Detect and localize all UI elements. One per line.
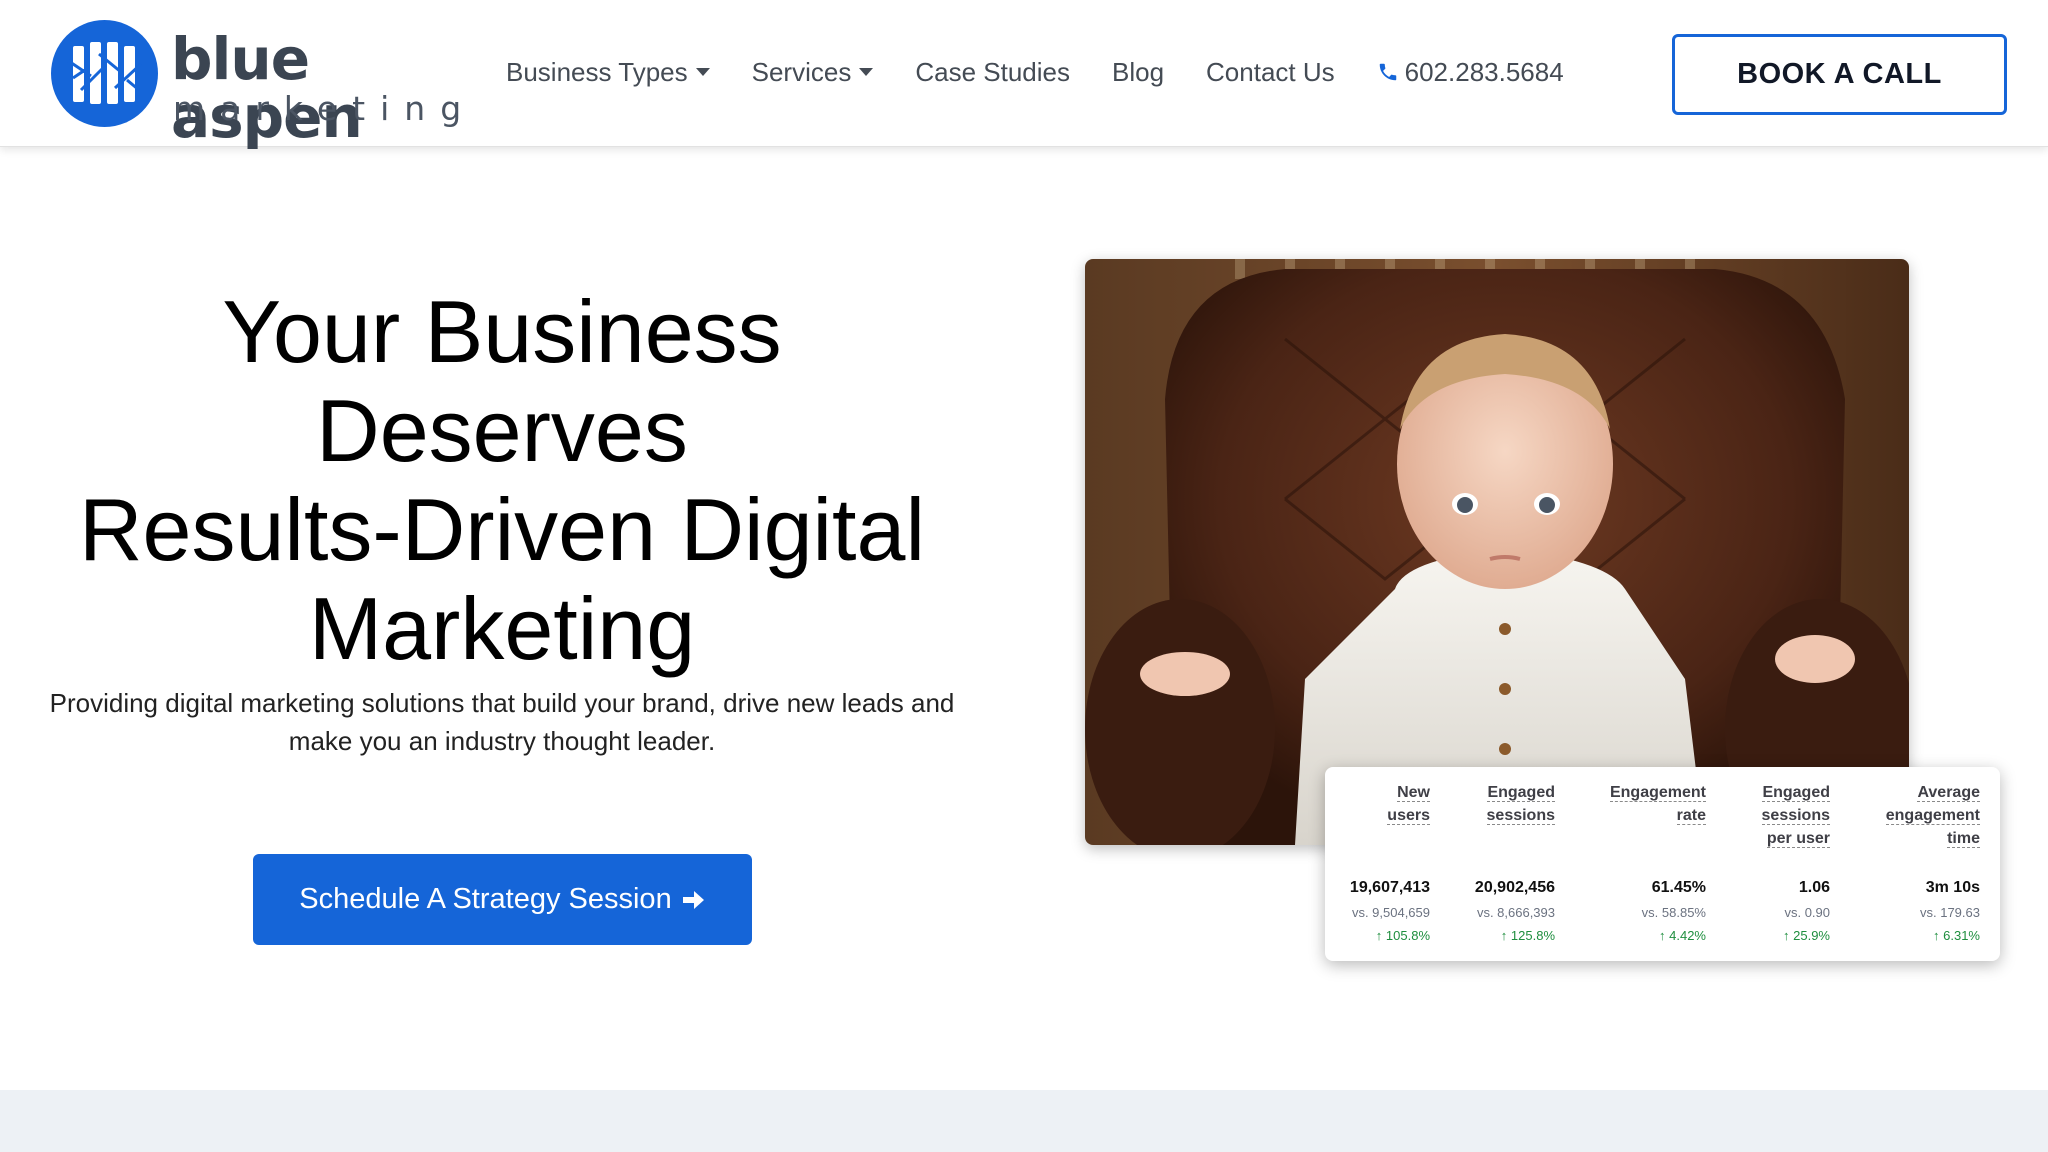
stat-header-line: sessions: [1761, 807, 1830, 825]
nav-blog[interactable]: Blog: [1112, 57, 1164, 88]
hero-photo: [1085, 259, 1909, 845]
stat-change: ↑ 125.8%: [1500, 928, 1555, 943]
stat-header-line: Engagement: [1609, 784, 1706, 802]
main-nav: Business Types Services Case Studies Blo…: [506, 52, 1564, 92]
analytics-stats-card: New users 19,607,413 vs. 9,504,659 ↑ 105…: [1325, 767, 2000, 961]
stat-header: Engagement rate: [1609, 781, 1706, 827]
stat-change: ↑ 25.9%: [1783, 928, 1830, 943]
stat-previous: vs. 9,504,659: [1351, 905, 1430, 920]
hero-title-line: Marketing: [308, 579, 696, 678]
nav-services[interactable]: Services: [752, 57, 874, 88]
stat-header-line: sessions: [1486, 807, 1555, 825]
nav-business-types-label: Business Types: [506, 56, 688, 87]
stat-header-line: users: [1387, 807, 1430, 825]
nav-business-types[interactable]: Business Types: [506, 57, 710, 88]
stat-header-line: Average: [1917, 784, 1980, 802]
stat-header: Engaged sessions: [1486, 781, 1555, 827]
brand-logo[interactable]: blue aspen marketing: [51, 20, 461, 146]
logo-subtext: marketing: [173, 89, 477, 128]
stat-change: ↑ 4.42%: [1659, 928, 1706, 943]
stat-header-line: time: [1947, 830, 1980, 848]
baby-in-leather-chair-image: [1085, 259, 1909, 845]
stat-header-line: engagement: [1885, 807, 1980, 825]
nav-case-studies[interactable]: Case Studies: [915, 57, 1070, 88]
stat-value: 3m 10s: [1925, 879, 1980, 896]
stat-change: ↑ 6.31%: [1933, 928, 1980, 943]
schedule-strategy-session-button[interactable]: Schedule A Strategy Session: [253, 854, 752, 945]
logo-aspen-icon: [51, 20, 158, 127]
cta-label: Schedule A Strategy Session: [299, 883, 672, 915]
stat-value: 61.45%: [1651, 879, 1706, 896]
hero-subtitle: Providing digital marketing solutions th…: [40, 684, 964, 760]
stat-header-line: Engaged: [1487, 784, 1555, 802]
nav-phone-link[interactable]: 602.283.5684: [1377, 57, 1564, 88]
caret-down-icon: [859, 68, 874, 76]
stat-change-value: 6.31%: [1943, 928, 1980, 943]
caret-down-icon: [695, 68, 710, 76]
phone-icon: [1379, 63, 1396, 81]
stat-value: 1.06: [1798, 879, 1830, 896]
stat-change: ↑ 105.8%: [1375, 928, 1430, 943]
stat-previous: vs. 0.90: [1784, 905, 1830, 920]
next-section-band: [0, 1090, 2048, 1152]
hero-title-line: Results-Driven Digital: [78, 480, 925, 579]
book-a-call-button[interactable]: BOOK A CALL: [1672, 34, 2007, 115]
arrow-right-icon: [682, 890, 704, 909]
nav-services-label: Services: [751, 56, 852, 87]
stat-previous: vs. 179.63: [1920, 905, 1980, 920]
hero-subtitle-line: Providing digital marketing solutions th…: [49, 688, 955, 718]
stat-value: 20,902,456: [1474, 879, 1555, 896]
stat-previous: vs. 58.85%: [1641, 905, 1706, 920]
logo-wordmark: blue aspen: [171, 25, 363, 151]
hero-title-line: Deserves: [316, 381, 688, 480]
stat-header-line: rate: [1676, 807, 1706, 825]
stat-change-value: 25.9%: [1793, 928, 1830, 943]
stat-change-value: 4.42%: [1669, 928, 1706, 943]
stat-change-value: 105.8%: [1385, 928, 1430, 943]
phone-number: 602.283.5684: [1404, 56, 1564, 87]
stat-header: Average engagement time: [1885, 781, 1980, 850]
stat-header-line: per user: [1766, 830, 1830, 848]
stat-header-line: New: [1397, 784, 1430, 802]
nav-contact-us[interactable]: Contact Us: [1206, 57, 1335, 88]
hero-title-line: Your Business: [222, 282, 782, 381]
stat-previous: vs. 8,666,393: [1476, 905, 1555, 920]
stat-header-line: Engaged: [1762, 784, 1830, 802]
site-header: blue aspen marketing Business Types Serv…: [0, 0, 2048, 147]
stat-header: New users: [1387, 781, 1430, 827]
hero-title: Your Business Deserves Results-Driven Di…: [40, 282, 964, 678]
stat-value: 19,607,413: [1349, 879, 1430, 896]
stat-header: Engaged sessions per user: [1761, 781, 1830, 850]
hero-subtitle-line: make you an industry thought leader.: [288, 726, 716, 756]
stat-change-value: 125.8%: [1510, 928, 1555, 943]
